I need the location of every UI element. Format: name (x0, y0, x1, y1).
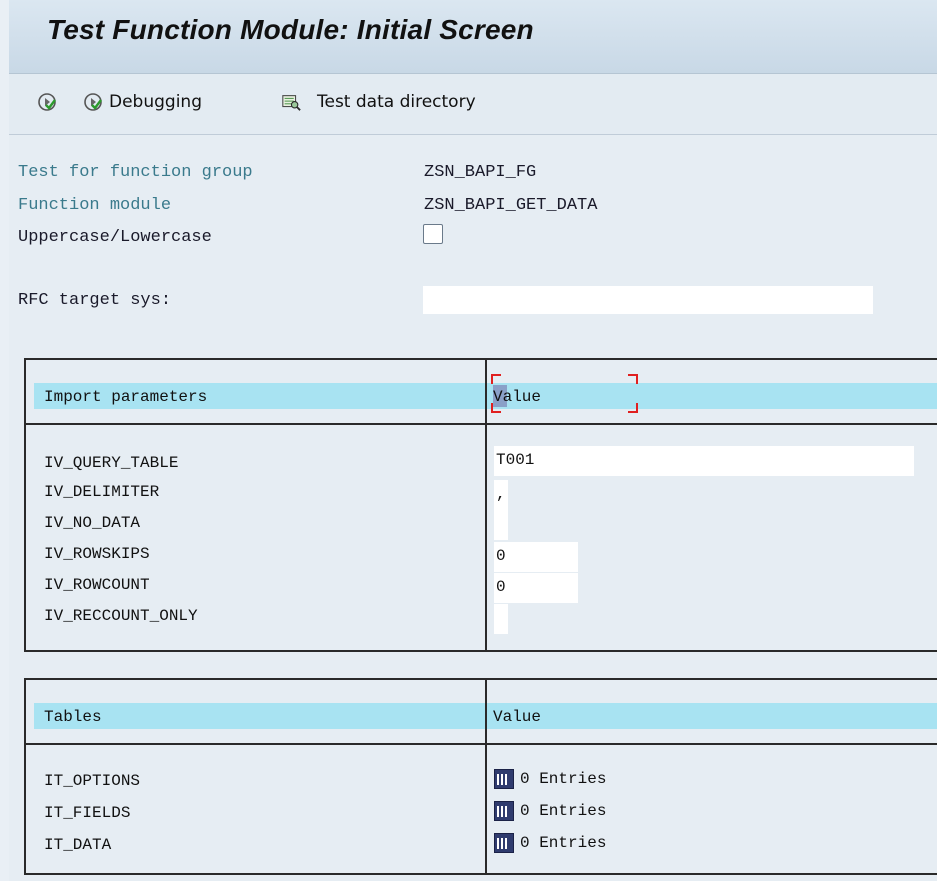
entries-count: 0 Entries (520, 770, 607, 788)
test-data-directory-label: Test data directory (317, 92, 476, 112)
execute-icon (38, 93, 56, 111)
focus-corner-tl (491, 374, 501, 384)
tables-header: Tables (44, 708, 102, 726)
param-value-input[interactable] (494, 510, 508, 540)
table-entries-button[interactable]: 0 Entries (494, 769, 606, 789)
table-icon (494, 801, 514, 821)
header-separator (26, 423, 937, 425)
table-icon (494, 833, 514, 853)
uppercase-lowercase-label: Uppercase/Lowercase (18, 228, 212, 247)
import-parameters-header: Import parameters (44, 388, 208, 406)
param-name: IV_DELIMITER (44, 483, 160, 501)
tables-panel: Tables Value IT_OPTIONS 0 Entries IT_FIE… (24, 678, 937, 875)
directory-search-icon (282, 95, 301, 111)
entries-count: 0 Entries (520, 802, 607, 820)
table-icon (494, 769, 514, 789)
function-group-label: Test for function group (18, 163, 253, 182)
param-value-input[interactable]: 0 (494, 573, 578, 603)
rfc-target-input[interactable] (423, 286, 873, 314)
header-separator (26, 743, 937, 745)
test-data-directory-button[interactable]: Test data directory (281, 92, 476, 112)
focus-corner-tr (628, 374, 638, 384)
param-value-input[interactable]: 0 (494, 542, 578, 572)
rfc-target-label: RFC target sys: (18, 291, 172, 310)
param-value-input[interactable]: T001 (494, 446, 914, 476)
param-name: IV_RECCOUNT_ONLY (44, 607, 198, 625)
function-module-value: ZSN_BAPI_GET_DATA (424, 196, 598, 215)
table-entries-button[interactable]: 0 Entries (494, 833, 606, 853)
execute-button[interactable] (37, 92, 57, 112)
param-name: IV_NO_DATA (44, 514, 141, 532)
param-name: IV_ROWCOUNT (44, 576, 150, 594)
param-name: IV_QUERY_TABLE (44, 454, 179, 472)
table-entries-button[interactable]: 0 Entries (494, 801, 606, 821)
table-name: IT_FIELDS (44, 804, 131, 822)
function-module-label: Function module (18, 196, 172, 215)
function-group-value: ZSN_BAPI_FG (424, 163, 537, 182)
tables-value-header: Value (493, 708, 542, 726)
entries-count: 0 Entries (520, 834, 607, 852)
uppercase-lowercase-checkbox[interactable] (423, 224, 443, 244)
page-title: Test Function Module: Initial Screen (47, 14, 534, 45)
title-bar: Test Function Module: Initial Screen (9, 0, 937, 74)
table-name: IT_DATA (44, 836, 112, 854)
debugging-label: Debugging (109, 92, 202, 112)
param-name: IV_ROWSKIPS (44, 545, 150, 563)
focus-corner-br (628, 403, 638, 413)
debug-execute-icon (84, 93, 102, 111)
param-value-input[interactable] (494, 604, 508, 634)
column-divider (485, 360, 487, 650)
table-name: IT_OPTIONS (44, 772, 141, 790)
column-divider (485, 680, 487, 873)
application-toolbar: Debugging Test data directory (9, 74, 937, 135)
param-value-input[interactable]: , (494, 480, 508, 510)
debugging-button[interactable]: Debugging (83, 92, 202, 112)
focus-corner-bl (491, 403, 501, 413)
import-parameters-panel: Import parameters Value IV_QUERY_TABLE T… (24, 358, 937, 652)
